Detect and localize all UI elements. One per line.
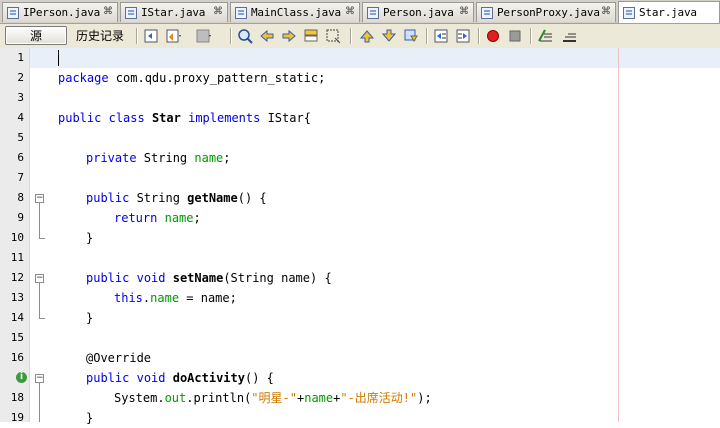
- close-tab-icon[interactable]: ⌘: [213, 6, 223, 17]
- line-number: 14: [10, 311, 24, 324]
- code-line-return: return name;: [114, 211, 201, 225]
- close-tab-icon[interactable]: ⌘: [345, 6, 355, 17]
- forward-icon[interactable]: [194, 27, 212, 45]
- close-tab-icon[interactable]: ⌘: [601, 6, 611, 17]
- shift-right-icon[interactable]: [454, 27, 472, 45]
- history-view-button[interactable]: 历史记录: [70, 26, 130, 45]
- line-number: 4: [17, 111, 24, 124]
- line-number: 9: [17, 211, 24, 224]
- toolbar-separator: [350, 28, 352, 44]
- fold-guide: [39, 383, 40, 422]
- line-number: 13: [10, 291, 24, 304]
- line-number: 2: [17, 71, 24, 84]
- code-line-package: package com.qdu.proxy_pattern_static;: [58, 71, 326, 85]
- tab-star-java[interactable]: Star.java: [618, 1, 720, 23]
- override-info-icon[interactable]: i: [16, 372, 27, 383]
- tab-personproxy-java[interactable]: PersonProxy.java ⌘: [476, 2, 616, 22]
- line-number: 8: [17, 191, 24, 204]
- stop-macro-icon[interactable]: [506, 27, 524, 45]
- java-class-icon: [235, 6, 247, 19]
- line-number: 19: [10, 411, 24, 424]
- fold-collapse-icon[interactable]: −: [35, 194, 44, 203]
- source-view-button[interactable]: 源: [5, 26, 67, 45]
- code-line-doactivity: public void doActivity() {: [86, 371, 274, 385]
- find-previous-icon[interactable]: [258, 27, 276, 45]
- code-line-close-brace: }: [86, 311, 94, 325]
- line-number: 15: [10, 331, 24, 344]
- java-class-icon: [367, 6, 379, 19]
- toolbar-separator: [478, 28, 480, 44]
- line-number: 18: [10, 391, 24, 404]
- code-line-close-brace: }: [86, 411, 94, 425]
- editor-toolbar: 源 历史记录: [0, 24, 720, 49]
- fold-collapse-icon[interactable]: −: [35, 374, 44, 383]
- tab-label: PersonProxy.java: [497, 6, 600, 19]
- tab-label: Star.java: [639, 6, 697, 19]
- java-interface-icon: [125, 6, 137, 19]
- fold-guide: [39, 283, 40, 319]
- code-line-class-declaration: public class Star implements IStar{: [58, 111, 311, 125]
- previous-bookmark-icon[interactable]: [358, 27, 376, 45]
- tab-label: IPerson.java: [23, 6, 101, 19]
- fold-end-marker: [39, 238, 45, 239]
- toggle-bookmark-icon[interactable]: [402, 27, 420, 45]
- last-edit-icon[interactable]: [142, 27, 160, 45]
- fold-end-marker: [39, 318, 45, 319]
- java-class-icon: [623, 6, 635, 19]
- uncomment-icon[interactable]: [560, 27, 578, 45]
- tab-istar-java[interactable]: IStar.java ⌘: [120, 2, 228, 22]
- line-number: 10: [10, 231, 24, 244]
- code-line-setname: public void setName(String name) {: [86, 271, 332, 285]
- code-line-annotation: @Override: [86, 351, 152, 365]
- toolbar-separator: [136, 28, 138, 44]
- fold-guide: [39, 203, 40, 239]
- toggle-rect-selection-icon[interactable]: [324, 27, 342, 45]
- toggle-highlight-icon[interactable]: [302, 27, 320, 45]
- line-number: 12: [10, 271, 24, 284]
- line-number: 7: [17, 171, 24, 184]
- line-number: 6: [17, 151, 24, 164]
- find-next-icon[interactable]: [280, 27, 298, 45]
- start-macro-icon[interactable]: [484, 27, 502, 45]
- line-number: 11: [10, 251, 24, 264]
- tab-person-java[interactable]: Person.java ⌘: [362, 2, 474, 22]
- code-line-close-brace: }: [86, 231, 94, 245]
- close-tab-icon[interactable]: ⌘: [459, 6, 469, 17]
- code-editor[interactable]: 1 2 package com.qdu.proxy_pattern_static…: [0, 48, 720, 425]
- line-number: 3: [17, 91, 24, 104]
- tab-label: Person.java: [383, 6, 454, 19]
- code-line-assign: this.name = name;: [114, 291, 237, 305]
- line-number: 1: [17, 51, 24, 64]
- code-line-println: System.out.println("明星-"+name+"-出席活动!");: [114, 391, 432, 405]
- find-icon[interactable]: [236, 27, 254, 45]
- close-tab-icon[interactable]: ⌘: [103, 6, 113, 17]
- tab-label: IStar.java: [141, 6, 206, 19]
- line-number: 16: [10, 351, 24, 364]
- java-interface-icon: [7, 6, 19, 19]
- back-icon[interactable]: [164, 27, 182, 45]
- toolbar-separator: [426, 28, 428, 44]
- fold-collapse-icon[interactable]: −: [35, 274, 44, 283]
- line-number: 5: [17, 131, 24, 144]
- toolbar-separator: [530, 28, 532, 44]
- code-line-getname: public String getName() {: [86, 191, 267, 205]
- tab-iperson-java[interactable]: IPerson.java ⌘: [2, 2, 118, 22]
- toolbar-separator: [230, 28, 232, 44]
- next-bookmark-icon[interactable]: [380, 27, 398, 45]
- tab-label: MainClass.java: [251, 6, 341, 19]
- editor-tab-strip: IPerson.java ⌘ IStar.java ⌘ MainClass.ja…: [0, 0, 720, 24]
- java-class-icon: [481, 6, 493, 19]
- shift-left-icon[interactable]: [432, 27, 450, 45]
- code-line-field: private String name;: [86, 151, 231, 165]
- tab-mainclass-java[interactable]: MainClass.java ⌘: [230, 2, 360, 22]
- comment-icon[interactable]: [536, 27, 554, 45]
